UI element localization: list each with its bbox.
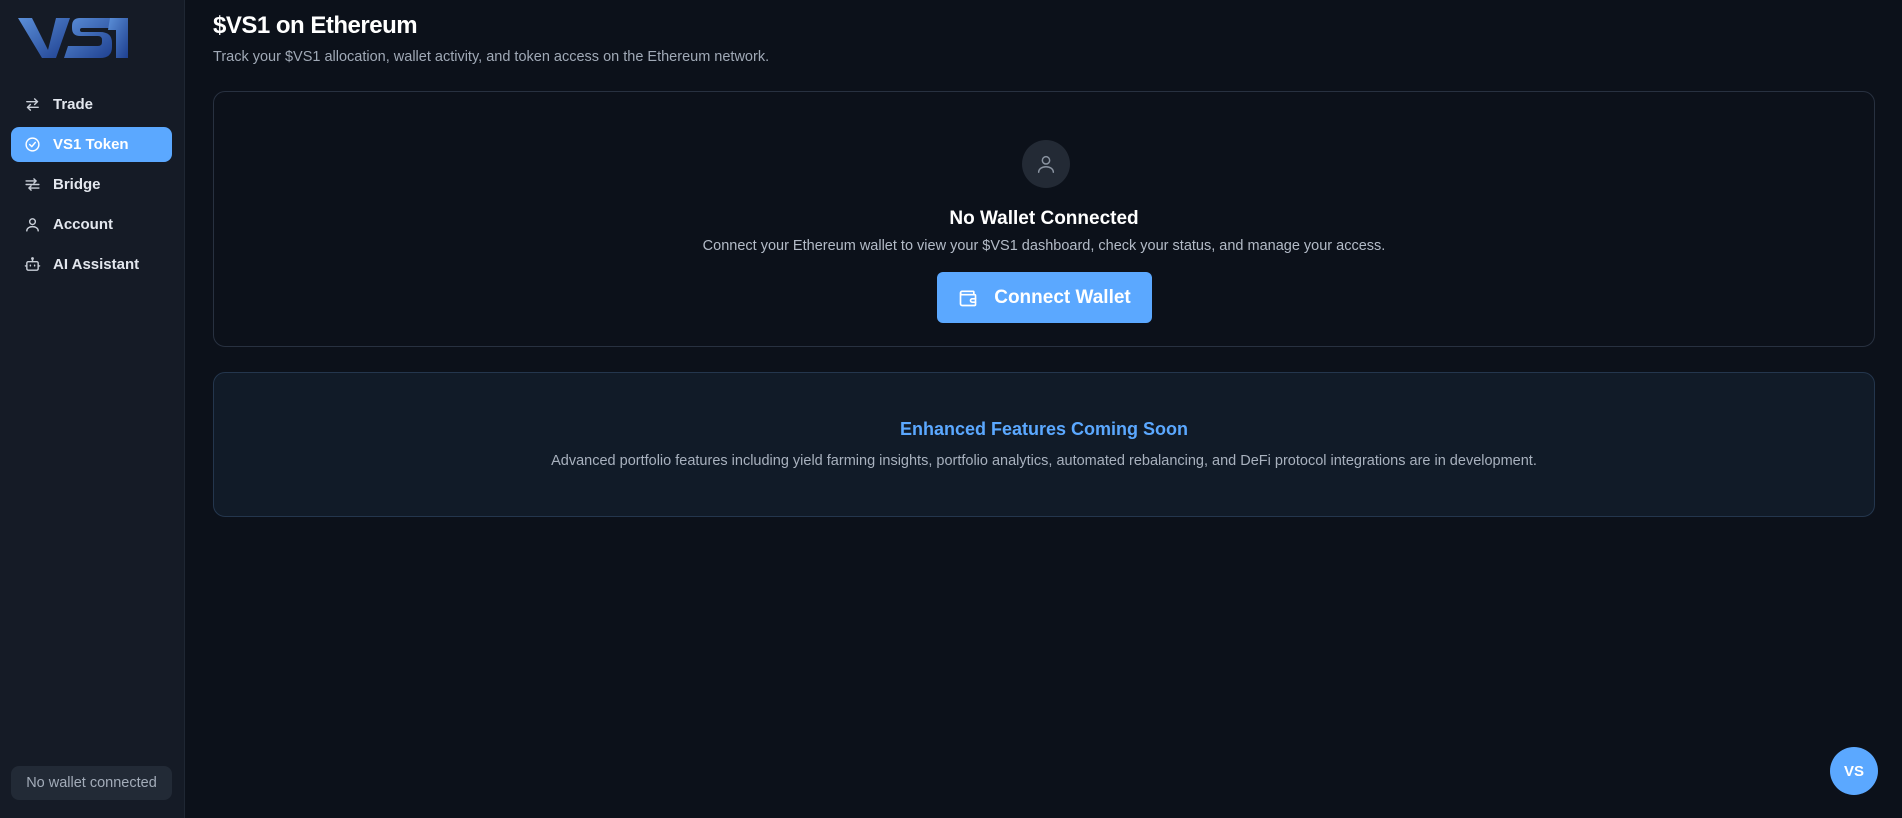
bridge-arrows-icon <box>24 176 41 193</box>
sidebar-item-account[interactable]: Account <box>11 207 172 242</box>
sidebar-item-vs1-token[interactable]: VS1 Token <box>11 127 172 162</box>
main-content: $VS1 on Ethereum Track your $VS1 allocat… <box>185 0 1902 818</box>
wallet-card-title: No Wallet Connected <box>949 208 1139 229</box>
features-card: Enhanced Features Coming Soon Advanced p… <box>213 372 1875 517</box>
check-circle-icon <box>24 136 41 153</box>
user-icon <box>24 216 41 233</box>
robot-icon <box>24 256 41 273</box>
sidebar: Trade VS1 Token Bridge Account AI Assist… <box>0 0 185 818</box>
sidebar-item-label: Bridge <box>53 176 101 193</box>
page-subtitle: Track your $VS1 allocation, wallet activ… <box>213 49 770 65</box>
connect-wallet-button[interactable]: Connect Wallet <box>937 272 1152 323</box>
page-title: $VS1 on Ethereum <box>213 12 418 39</box>
features-card-title: Enhanced Features Coming Soon <box>899 419 1189 439</box>
wallet-icon <box>958 288 978 308</box>
user-avatar-button[interactable]: VS <box>1830 747 1878 795</box>
user-icon <box>1022 140 1070 188</box>
sidebar-item-label: VS1 Token <box>53 136 129 153</box>
app: Trade VS1 Token Bridge Account AI Assist… <box>0 0 1902 818</box>
wallet-card: No Wallet Connected Connect your Ethereu… <box>213 91 1875 347</box>
sidebar-item-ai-assistant[interactable]: AI Assistant <box>11 247 172 282</box>
vs1-logo[interactable] <box>18 16 130 60</box>
features-card-description: Advanced portfolio features including yi… <box>551 453 1537 469</box>
swap-arrows-icon <box>24 96 41 113</box>
connect-wallet-label: Connect Wallet <box>994 286 1131 308</box>
sidebar-item-label: Trade <box>53 96 94 113</box>
sidebar-item-bridge[interactable]: Bridge <box>11 167 172 202</box>
wallet-card-description: Connect your Ethereum wallet to view you… <box>702 238 1386 254</box>
sidebar-nav: Trade VS1 Token Bridge Account AI Assist… <box>11 87 172 287</box>
sidebar-item-label: AI Assistant <box>53 256 140 273</box>
sidebar-item-label: Account <box>53 216 113 233</box>
wallet-status-badge[interactable]: No wallet connected <box>11 766 172 800</box>
sidebar-item-trade[interactable]: Trade <box>11 87 172 122</box>
